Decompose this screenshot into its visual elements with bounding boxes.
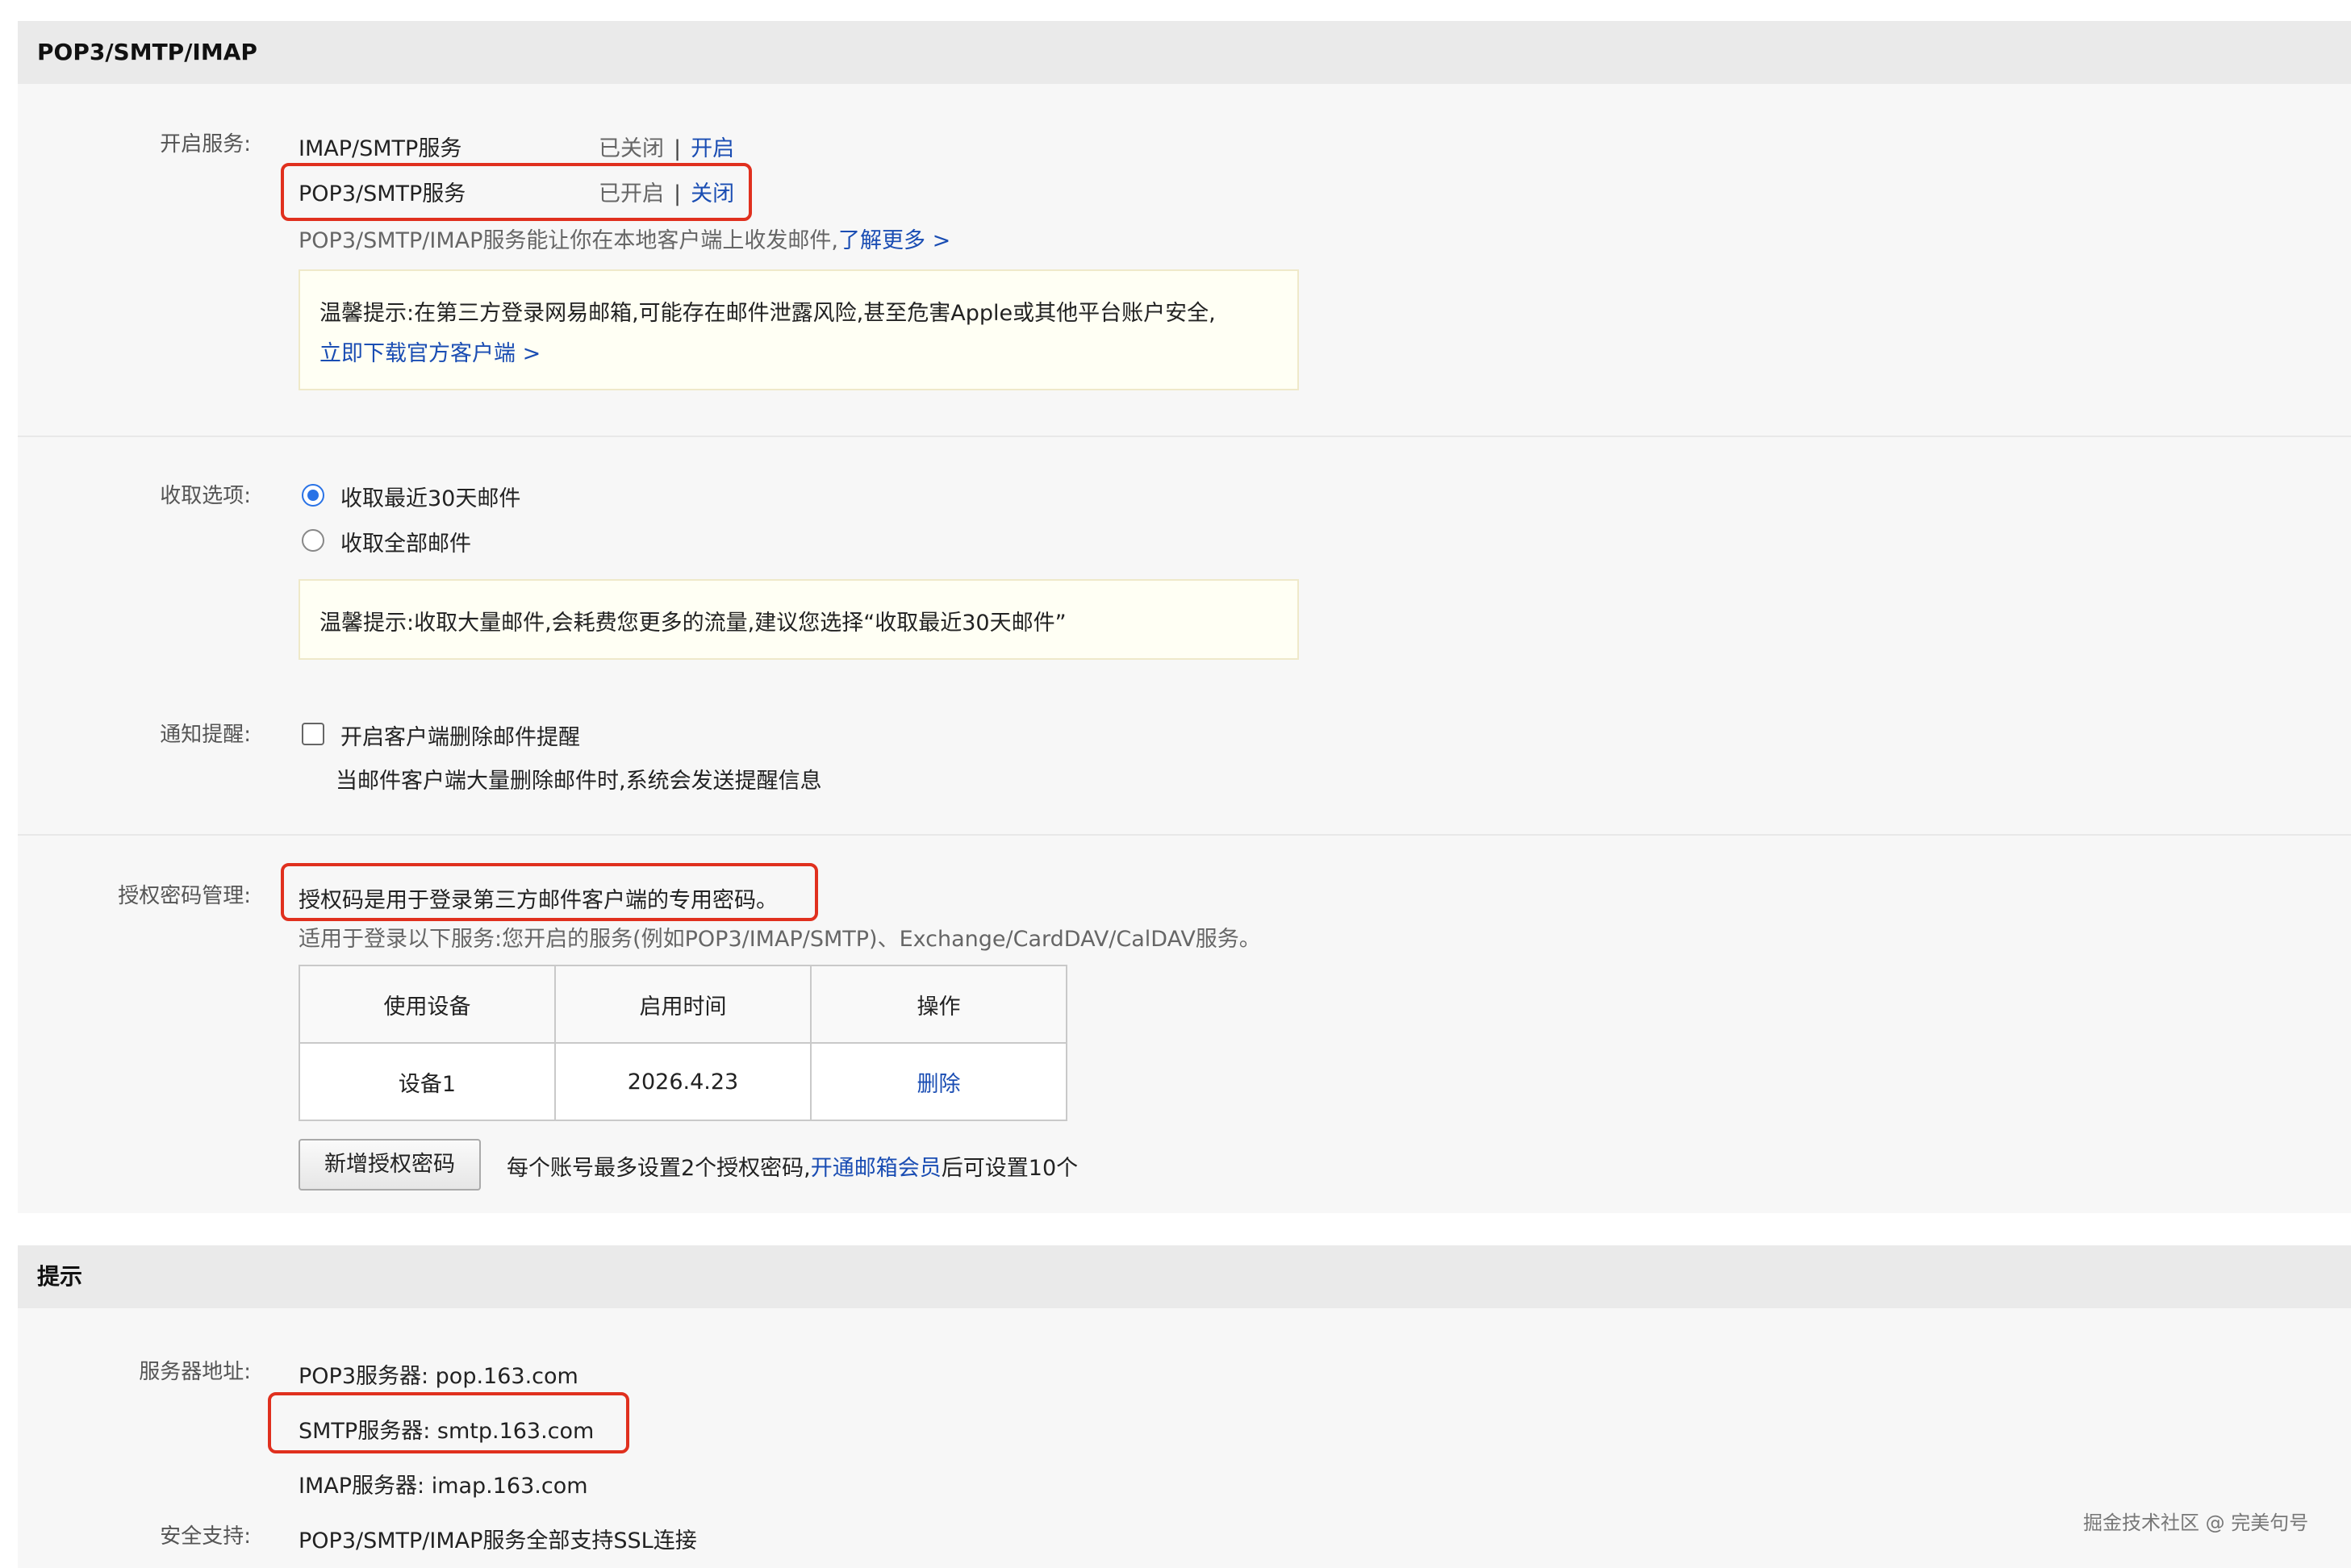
service-label: 开启服务: (160, 132, 251, 156)
column-header-time: 启用时间 (554, 965, 812, 1044)
auth-code-table: 使用设备 启用时间 操作 设备1 2026.4.23 删除 (299, 965, 1067, 1121)
traffic-tip-text: 温馨提示:收取大量邮件,会耗费您更多的流量,建议您选择“收取最近30天邮件” (319, 611, 1067, 636)
table-row: 设备1 2026.4.23 删除 (299, 1042, 1067, 1121)
highlight-smtp-server (268, 1392, 629, 1453)
device-cell: 设备1 (299, 1042, 556, 1121)
auth-scope-description: 适用于登录以下服务:您开启的服务(例如POP3/IMAP/SMTP)、Excha… (299, 927, 1261, 952)
imap-server: IMAP服务器: imap.163.com (299, 1474, 588, 1499)
panel-title: 提示 (18, 1245, 2351, 1308)
traffic-tip-box: 温馨提示:收取大量邮件,会耗费您更多的流量,建议您选择“收取最近30天邮件” (299, 579, 1299, 660)
fetch-30-days-label[interactable]: 收取最近30天邮件 (340, 481, 520, 512)
auth-limit-post: 后可设置10个 (941, 1156, 1079, 1181)
auth-limit-text: 每个账号最多设置2个授权密码,开通邮箱会员后可设置10个 (507, 1150, 1078, 1182)
highlight-auth-description (281, 863, 818, 921)
pop3-smtp-imap-panel: POP3/SMTP/IMAP 开启服务: IMAP/SMTP服务 已关闭 | 开启 … (18, 21, 2351, 1213)
divider (18, 834, 2351, 836)
delete-alert-label[interactable]: 开启客户端删除邮件提醒 (340, 719, 580, 751)
notify-label: 通知提醒: (160, 723, 251, 747)
security-support-text: POP3/SMTP/IMAP服务全部支持SSL连接 (299, 1528, 697, 1553)
auth-limit-pre: 每个账号最多设置2个授权密码, (507, 1156, 811, 1181)
watermark: 掘金技术社区 @ 完美句号 (2083, 1512, 2309, 1534)
learn-more-link[interactable]: 了解更多 > (838, 228, 950, 253)
auth-label: 授权密码管理: (118, 884, 251, 908)
panel-title: POP3/SMTP/IMAP (18, 21, 2351, 84)
column-header-action: 操作 (810, 965, 1067, 1044)
service-description: POP3/SMTP/IMAP服务能让你在本地客户端上收发邮件,了解更多 > (299, 223, 950, 254)
tips-panel: 提示 服务器地址: POP3服务器: pop.163.com SMTP服务器: … (18, 1245, 2351, 1568)
fetch-all-radio[interactable] (302, 529, 324, 552)
action-cell: 删除 (810, 1042, 1067, 1121)
fetch-30-days-radio[interactable] (302, 484, 324, 507)
delete-alert-description: 当邮件客户端大量删除邮件时,系统会发送提醒信息 (336, 769, 822, 794)
enable-imap-link[interactable]: 开启 (691, 136, 734, 161)
fetch-label: 收取选项: (160, 484, 251, 508)
column-header-device: 使用设备 (299, 965, 556, 1044)
highlight-pop3-service (281, 163, 752, 221)
security-label: 安全支持: (160, 1524, 251, 1549)
separator: | (674, 136, 682, 161)
pop3-server: POP3服务器: pop.163.com (299, 1364, 578, 1389)
delete-alert-checkbox[interactable] (302, 723, 324, 745)
delete-link[interactable]: 删除 (917, 1072, 961, 1097)
service-row-imap: 已关闭 | 开启 (599, 131, 734, 162)
time-cell: 2026.4.23 (554, 1042, 812, 1121)
divider (18, 436, 2351, 437)
security-tip-box: 温馨提示:在第三方登录网易邮箱,可能存在邮件泄露风险,甚至危害Apple或其他平… (299, 269, 1299, 390)
server-address-label: 服务器地址: (139, 1360, 251, 1384)
table-header-row: 使用设备 启用时间 操作 (299, 965, 1067, 1044)
vip-upgrade-link[interactable]: 开通邮箱会员 (811, 1156, 942, 1181)
fetch-all-label[interactable]: 收取全部邮件 (340, 526, 471, 557)
security-tip-text: 温馨提示:在第三方登录网易邮箱,可能存在邮件泄露风险,甚至危害Apple或其他平… (319, 301, 1216, 326)
download-client-link[interactable]: 立即下载官方客户端 > (319, 336, 541, 367)
service-name-imap: IMAP/SMTP服务 (299, 136, 462, 161)
service-status-imap: 已关闭 (599, 136, 664, 161)
add-auth-code-button[interactable]: 新增授权密码 (299, 1139, 481, 1191)
service-description-text: POP3/SMTP/IMAP服务能让你在本地客户端上收发邮件, (299, 228, 838, 253)
